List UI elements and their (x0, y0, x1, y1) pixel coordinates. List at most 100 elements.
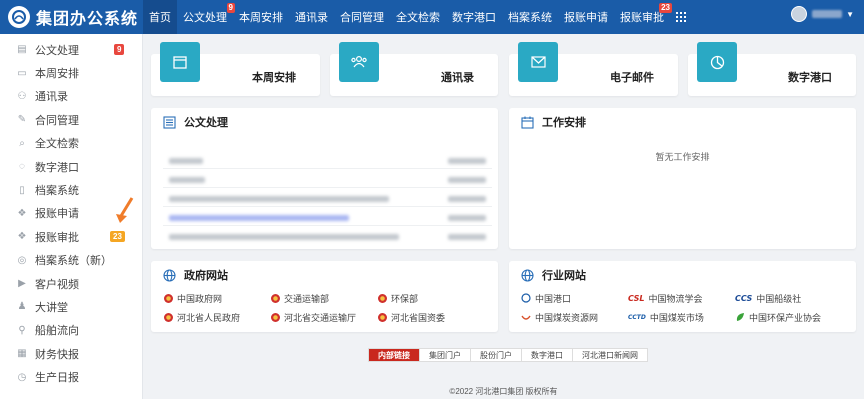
site-link[interactable]: 中国环保产业协会 (735, 310, 821, 324)
video-icon: ▶ (18, 278, 26, 290)
quick-link-digital-port[interactable]: 数字港口 (688, 42, 856, 96)
tab-news[interactable]: 河北港口新闻网 (573, 349, 647, 361)
arrow-annotation-icon (116, 197, 134, 223)
sidebar-item[interactable]: ▦ 财务快报 (0, 342, 142, 365)
sidebar-item-label: 报账审批 (35, 231, 79, 244)
avatar (791, 6, 808, 22)
sidebar-item-label: 财务快报 (35, 348, 79, 361)
panel-header: 政府网站 (151, 261, 498, 289)
nav-contacts[interactable]: 通讯录 (289, 0, 334, 34)
quick-link-contacts[interactable]: 通讯录 (330, 42, 498, 96)
sidebar-item[interactable]: ▤ 公文处理 9 (0, 38, 142, 61)
nav-documents[interactable]: 公文处理 9 (177, 0, 235, 34)
document-row[interactable] (163, 209, 492, 226)
edit-icon: ✎ (17, 114, 27, 126)
panel-title: 行业网站 (542, 270, 586, 282)
sidebar-item-label: 数字港口 (35, 161, 79, 174)
sidebar-item[interactable]: ▶ 客户视频 (0, 272, 142, 295)
sidebar-item[interactable]: ⚲ 船舶流向 (0, 319, 142, 342)
document-row[interactable] (163, 171, 492, 188)
sidebar-item[interactable]: ◎ 档案系统（新） (0, 249, 142, 272)
panel-header: 公文处理 (151, 108, 498, 136)
cctd-logo-icon: CCTD (628, 313, 646, 321)
top-bar: 集团办公系统 首页 公文处理 9 本周安排 通讯录 合同管理 全文检索 数字港口 … (0, 0, 864, 34)
tab-share-portal[interactable]: 股份门户 (471, 349, 522, 361)
quick-link-label: 本周安排 (252, 72, 296, 84)
sidebar-item[interactable]: ◷ 生产日报 (0, 365, 142, 388)
site-link[interactable]: 河北省人民政府 (163, 310, 240, 324)
globe-icon (163, 268, 176, 282)
emblem-icon (163, 312, 173, 322)
site-link[interactable]: CCS 中国船级社 (735, 291, 801, 305)
nav-weekly[interactable]: 本周安排 (233, 0, 289, 34)
nav-digital-port[interactable]: 数字港口 (446, 0, 502, 34)
gov-sites-panel: 政府网站 中国政府网 交通运输部 环保部 河北省人民政府 河北省交通运输厅 河北… (151, 261, 498, 332)
site-label: 中国港口 (535, 293, 572, 304)
blurred-date (448, 196, 486, 202)
document-row[interactable] (163, 190, 492, 207)
sidebar-item-label: 通讯录 (35, 91, 68, 104)
tab-internal-links[interactable]: 内部链接 (369, 349, 420, 361)
site-link[interactable]: 河北省交通运输厅 (270, 310, 356, 324)
contacts-icon: ⚇ (17, 90, 27, 102)
nav-archives[interactable]: 档案系统 (502, 0, 558, 34)
site-label: 河北省人民政府 (177, 312, 241, 323)
quick-link-label: 通讯录 (441, 72, 474, 84)
user-menu[interactable]: ▼ (791, 6, 854, 22)
sidebar-item-label: 公文处理 (35, 44, 79, 57)
documents-panel: 公文处理 (151, 108, 498, 249)
site-link[interactable]: CSL 中国物流学会 (628, 291, 702, 305)
blurred-text (169, 196, 389, 202)
schedule-panel: 工作安排 暂无工作安排 (509, 108, 856, 249)
blurred-text (169, 177, 205, 183)
nav-label: 本周安排 (239, 12, 283, 24)
sidebar-item[interactable]: ⌕ 全文检索 (0, 132, 142, 155)
sidebar-item[interactable]: ❖ 报账审批 23 (0, 225, 142, 248)
site-link[interactable]: 河北省国资委 (377, 310, 445, 324)
tab-digital-port[interactable]: 数字港口 (522, 349, 573, 361)
logo-icon (8, 6, 30, 28)
document-row[interactable] (163, 228, 492, 245)
emblem-icon (163, 293, 173, 303)
sidebar-item-label: 合同管理 (35, 114, 79, 127)
search-icon: ⌕ (19, 137, 25, 149)
app-logo[interactable]: 集团办公系统 (0, 0, 143, 34)
sidebar-item[interactable]: ✎ 合同管理 (0, 108, 142, 131)
sidebar-item[interactable]: ⚇ 通讯录 (0, 85, 142, 108)
location-icon: ⚲ (18, 324, 26, 336)
sidebar-item-label: 生产日报 (35, 372, 79, 385)
emblem-icon (270, 293, 280, 303)
sidebar-item[interactable]: ♟ 大讲堂 (0, 295, 142, 318)
footer-tabs: 内部链接 集团门户 股份门户 数字港口 河北港口新闻网 (368, 348, 648, 362)
site-link[interactable]: 中国煤炭资源网 (521, 310, 598, 324)
nav-home[interactable]: 首页 (143, 0, 177, 34)
nav-contracts[interactable]: 合同管理 (334, 0, 390, 34)
csl-logo-icon: CSL (628, 293, 645, 303)
sidebar-item-label: 船舶流向 (35, 325, 79, 338)
nav-search[interactable]: 全文检索 (390, 0, 446, 34)
nav-label: 全文检索 (396, 12, 440, 24)
site-label: 中国物流学会 (648, 293, 703, 304)
blurred-date (448, 234, 486, 240)
site-link[interactable]: 交通运输部 (270, 291, 329, 305)
site-link[interactable]: 环保部 (377, 291, 418, 305)
quick-link-email[interactable]: 电子邮件 (509, 42, 678, 96)
sidebar-item[interactable]: ◌ 数字港口 (0, 155, 142, 178)
panel-title: 政府网站 (184, 270, 228, 282)
site-link[interactable]: 中国港口 (521, 291, 571, 305)
sidebar-item-label: 全文检索 (35, 138, 79, 151)
site-link[interactable]: 中国政府网 (163, 291, 222, 305)
quick-link-weekly[interactable]: 本周安排 (151, 42, 320, 96)
nav-expense-approve[interactable]: 报账审批 23 (614, 0, 672, 34)
apps-grid-icon[interactable] (670, 0, 692, 34)
sidebar-item-label: 本周安排 (35, 68, 79, 81)
site-label: 中国船级社 (756, 293, 802, 304)
document-row[interactable] (163, 152, 492, 169)
lecture-icon: ♟ (17, 301, 27, 313)
empty-message: 暂无工作安排 (655, 152, 710, 162)
tab-group-portal[interactable]: 集团门户 (420, 349, 471, 361)
sidebar-item[interactable]: ▭ 本周安排 (0, 61, 142, 84)
site-link[interactable]: CCTD 中国煤炭市场 (628, 310, 704, 324)
clock-icon: ◷ (17, 371, 27, 383)
nav-expense-apply[interactable]: 报账申请 (558, 0, 614, 34)
